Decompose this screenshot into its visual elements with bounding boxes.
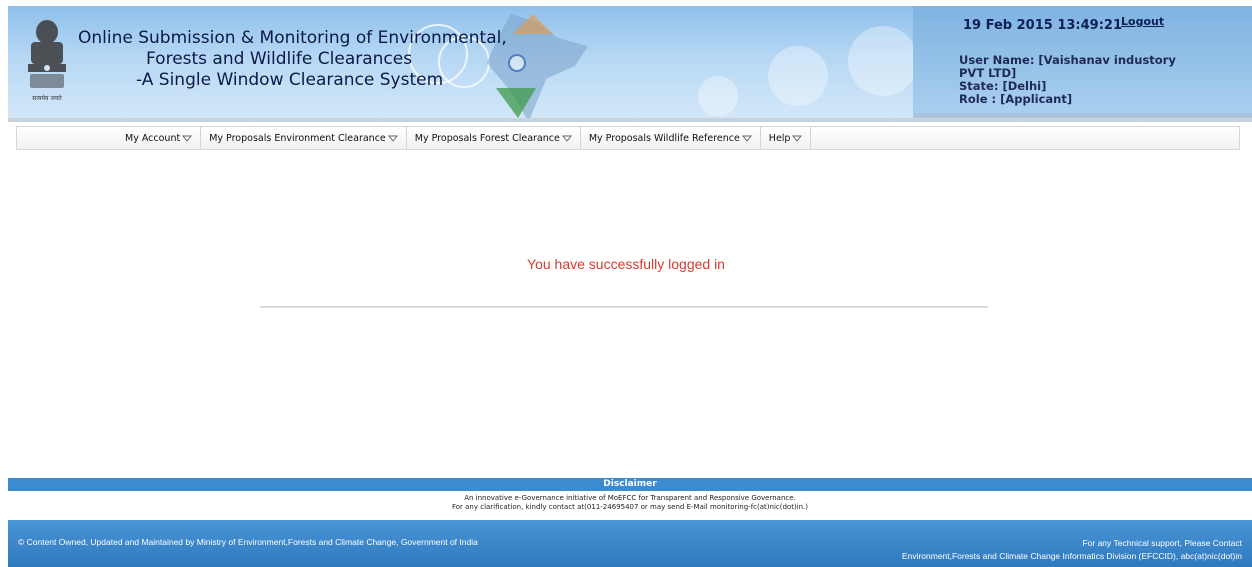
disclaimer-line: For any clarification, kindly contact at… [451, 503, 809, 511]
content-divider [260, 306, 988, 308]
chevron-down-icon [387, 135, 398, 142]
site-title-line: -A Single Window Clearance System [136, 70, 444, 90]
menu-help[interactable]: Help [761, 127, 812, 149]
emblem-caption: सत्यमेव जयते [32, 94, 62, 102]
logout-link[interactable]: Logout [1121, 15, 1164, 28]
menu-forest-clearance[interactable]: My Proposals Forest Clearance [407, 127, 581, 149]
footer-support: For any Technical support, Please Contac… [902, 537, 1242, 563]
menu-environment-clearance[interactable]: My Proposals Environment Clearance [201, 127, 407, 149]
site-title: Online Submission & Monitoring of Enviro… [78, 28, 558, 91]
chevron-down-icon [792, 135, 803, 142]
site-title-line: Forests and Wildlife Clearances [146, 49, 413, 69]
site-title-line: Online Submission & Monitoring of Enviro… [78, 28, 507, 48]
header-divider [8, 118, 1252, 122]
footer-support-line: Environment,Forests and Climate Change I… [901, 551, 1242, 561]
user-role: Role : [Applicant] [959, 92, 1073, 106]
current-datetime: 19 Feb 2015 13:49:21 [963, 18, 1122, 33]
footer-copyright: © Content Owned, Updated and Maintained … [18, 537, 478, 547]
national-emblem-icon: सत्यमेव जयते [22, 16, 72, 104]
main-menu-bar: My Account My Proposals Environment Clea… [16, 126, 1240, 150]
menu-label: Help [768, 132, 791, 144]
user-info: User Name: [Vaishanav industory PVT LTD]… [959, 54, 1176, 106]
user-panel: 19 Feb 2015 13:49:21 Logout User Name: [… [913, 6, 1252, 118]
chevron-down-icon [561, 135, 572, 142]
disclaimer-line: An innovative e-Governance initiative of… [464, 494, 796, 502]
menu-label: My Account [125, 132, 181, 144]
menu-my-account[interactable]: My Account [117, 127, 202, 149]
login-success-message: You have successfully logged in [527, 256, 725, 272]
chevron-down-icon [182, 135, 193, 142]
decor-bubble [848, 26, 918, 96]
disclaimer-title: Disclaimer [8, 478, 1252, 491]
footer-support-line: For any Technical support, Please Contac… [1082, 538, 1242, 548]
menu-label: My Proposals Wildlife Reference [588, 132, 740, 144]
site-header: सत्यमेव जयते Online Submission & Monitor… [8, 6, 1252, 118]
disclaimer-text: An innovative e-Governance initiative of… [8, 494, 1252, 512]
decor-bubble [768, 46, 828, 106]
menu-wildlife-reference[interactable]: My Proposals Wildlife Reference [581, 127, 761, 149]
decor-bubble [698, 76, 738, 116]
menu-label: My Proposals Environment Clearance [209, 132, 386, 144]
chevron-down-icon [741, 135, 752, 142]
site-footer: © Content Owned, Updated and Maintained … [8, 520, 1252, 567]
menu-label: My Proposals Forest Clearance [414, 132, 560, 144]
